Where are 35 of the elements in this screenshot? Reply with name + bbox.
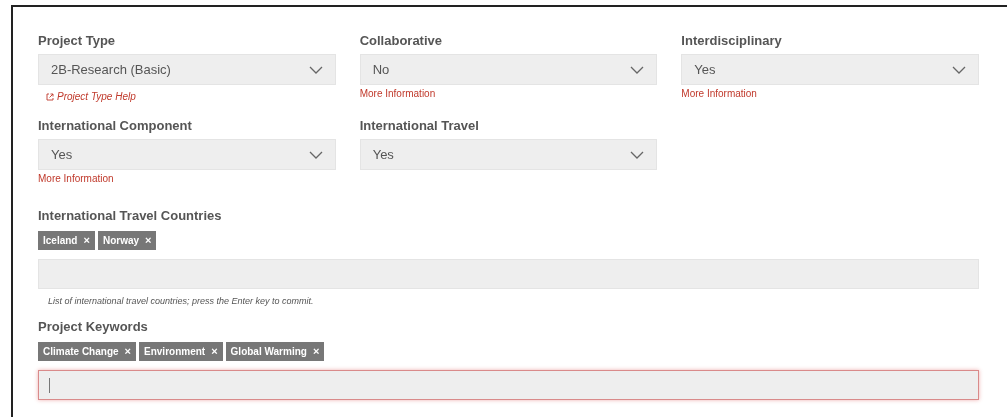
tag: Global Warming × [225, 342, 325, 361]
external-link-icon [46, 93, 54, 101]
dropdown[interactable]: 2B-Research (Basic) [38, 54, 336, 85]
dropdown[interactable]: Yes [681, 54, 979, 85]
chevron-down-icon [630, 150, 645, 159]
chevron-down-icon [952, 65, 966, 74]
remove-tag-button[interactable]: × [312, 346, 320, 357]
hint-text: List of international travel countries; press the Enter key to commit. [48, 295, 315, 307]
field-label: International Component [38, 118, 193, 134]
field-label: International Travel Countries [38, 208, 223, 224]
remove-tag-button[interactable]: × [211, 346, 218, 357]
chevron-down-icon [630, 65, 645, 74]
chevron-down-icon [308, 150, 323, 159]
more-information-link[interactable]: More Information [681, 87, 757, 101]
dropdown[interactable]: No [359, 54, 658, 85]
text-cursor [49, 377, 50, 393]
more-information-link[interactable]: More Information [359, 87, 436, 101]
remove-tag-button[interactable]: × [145, 235, 152, 246]
field-label: Collaborative [359, 33, 443, 49]
tag: Iceland × [38, 231, 95, 250]
help-link[interactable]: Project Type Help [46, 90, 136, 104]
dropdown[interactable]: Yes [359, 139, 658, 170]
tag: Climate Change × [38, 342, 136, 361]
field-label: Project Keywords [38, 319, 149, 335]
remove-tag-button[interactable]: × [124, 346, 131, 357]
tag: Norway × [97, 231, 157, 250]
field-label: International Travel [359, 118, 480, 134]
chevron-down-icon [308, 65, 323, 74]
field-label: Interdisciplinary [681, 33, 783, 49]
more-information-link[interactable]: More Information [38, 172, 114, 186]
field-label: Project Type [38, 33, 117, 49]
remove-tag-button[interactable]: × [83, 235, 90, 246]
tag-input-field[interactable] [38, 370, 979, 400]
tag: Environment × [139, 342, 223, 361]
dropdown[interactable]: Yes [38, 139, 336, 170]
